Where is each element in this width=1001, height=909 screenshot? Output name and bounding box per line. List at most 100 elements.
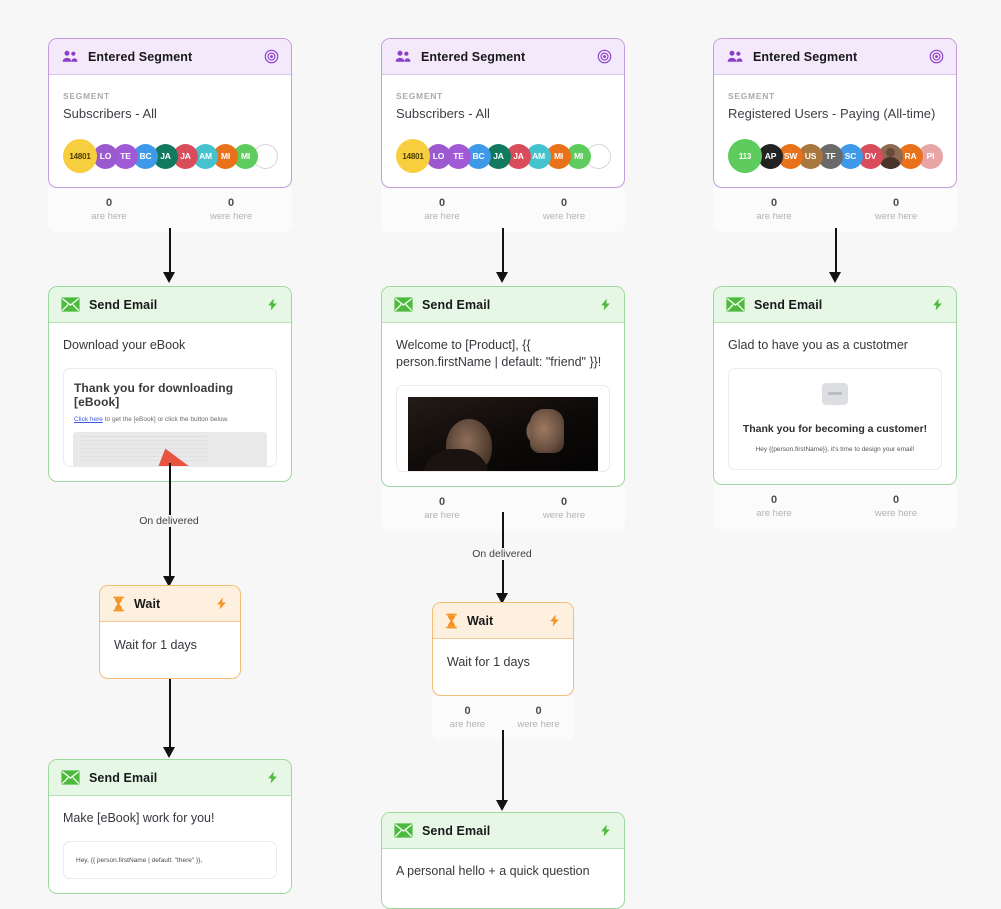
card: Wait Wait for 1 days — [432, 602, 574, 696]
avatar-photo-head — [886, 147, 895, 157]
stat-value: 0 — [227, 197, 235, 209]
stat-are-here: 0 are here — [713, 196, 835, 223]
card-title: Wait — [467, 613, 494, 628]
email-subject: Download your eBook — [63, 338, 186, 352]
card-title: Send Email — [89, 297, 158, 312]
node-send-email-5[interactable]: Send Email Glad to have you as a custotm… — [713, 286, 957, 529]
card-body: SEGMENT Subscribers - All 14801 LO TE BC… — [382, 75, 624, 187]
mail-icon — [726, 297, 745, 312]
connector-arrow — [163, 272, 175, 283]
node-wait-1[interactable]: Wait Wait for 1 days — [99, 585, 241, 679]
card-title: Send Email — [754, 297, 823, 312]
card-body: Welcome to [Product], {{ person.firstNam… — [382, 323, 624, 486]
wait-body: Wait for 1 days — [114, 638, 197, 652]
node-send-email-4[interactable]: Send Email A personal hello + a quick qu… — [381, 812, 625, 909]
node-stats: 0 are here 0 were here — [713, 188, 957, 232]
bolt-icon[interactable] — [266, 297, 279, 313]
card-title: Wait — [134, 596, 161, 611]
avatar-strip: 14801 LO TE BC JA JA AM MI MI — [63, 139, 278, 173]
stat-caption: were here — [209, 211, 253, 222]
bolt-icon[interactable] — [599, 297, 612, 313]
card: Send Email Glad to have you as a custotm… — [713, 286, 957, 485]
stat-value: 0 — [892, 197, 900, 209]
card-title: Send Email — [422, 297, 491, 312]
workflow-canvas[interactable]: Entered Segment SEGMENT Subscribers - Al… — [0, 0, 1001, 909]
card-header: Wait — [433, 603, 573, 639]
stat-value: 0 — [770, 494, 778, 506]
email-preview[interactable]: Thank you for downloading [eBook] Click … — [63, 368, 277, 467]
node-entered-segment-2[interactable]: Entered Segment SEGMENT Subscribers - Al… — [381, 38, 625, 232]
email-preview[interactable]: Thank you for becoming a customer! Hey {… — [728, 368, 942, 470]
stat-were-here: 0 were here — [503, 196, 625, 223]
target-icon[interactable] — [264, 49, 279, 64]
mail-icon — [394, 297, 413, 312]
stat-value: 0 — [535, 705, 542, 717]
stat-caption: were here — [874, 508, 918, 519]
node-entered-segment-1[interactable]: Entered Segment SEGMENT Subscribers - Al… — [48, 38, 292, 232]
node-send-email-2[interactable]: Send Email Make [eBook] work for you! He… — [48, 759, 292, 894]
stat-caption: are here — [424, 211, 460, 222]
people-icon — [726, 48, 744, 66]
card-header: Send Email — [382, 813, 624, 849]
stat-are-here: 0 are here — [713, 493, 835, 520]
bolt-icon[interactable] — [215, 596, 228, 612]
stat-were-here: 0 were here — [835, 493, 957, 520]
segment-value: Registered Users - Paying (All-time) — [728, 106, 936, 121]
stat-caption: were here — [517, 719, 560, 730]
segment-value: Subscribers - All — [63, 106, 157, 121]
target-icon[interactable] — [929, 49, 944, 64]
stat-caption: are here — [756, 211, 792, 222]
card: Entered Segment SEGMENT Subscribers - Al… — [381, 38, 625, 188]
wait-body: Wait for 1 days — [447, 655, 530, 669]
target-icon[interactable] — [597, 49, 612, 64]
node-entered-segment-3[interactable]: Entered Segment SEGMENT Registered Users… — [713, 38, 957, 232]
preview-image — [73, 432, 267, 466]
email-subject: A personal hello + a quick question — [396, 864, 590, 878]
stat-caption: are here — [449, 719, 486, 730]
preview-gif — [408, 397, 598, 471]
connector-arrow — [829, 272, 841, 283]
stat-value: 0 — [560, 197, 568, 209]
preview-link[interactable]: Click here — [74, 416, 103, 423]
email-subject: Make [eBook] work for you! — [63, 811, 215, 825]
card: Send Email Welcome to [Product], {{ pers… — [381, 286, 625, 487]
bolt-icon[interactable] — [599, 823, 612, 839]
node-stats: 0 are here 0 were here — [381, 188, 625, 232]
card-title: Send Email — [89, 770, 158, 785]
node-send-email-1[interactable]: Send Email Download your eBook Thank you… — [48, 286, 292, 482]
email-preview[interactable]: Hey, {{ person.firstName | default: "the… — [63, 841, 277, 879]
card-body: Make [eBook] work for you! Hey, {{ perso… — [49, 796, 291, 893]
stat-are-here: 0 are here — [432, 704, 503, 731]
bolt-icon[interactable] — [266, 770, 279, 786]
card-header: Entered Segment — [49, 39, 291, 75]
people-icon — [394, 48, 412, 66]
card: Entered Segment SEGMENT Registered Users… — [713, 38, 957, 188]
stat-value: 0 — [105, 197, 113, 209]
member-count-badge: 113 — [728, 139, 762, 173]
edge-label-on-delivered: On delivered — [466, 548, 538, 560]
email-preview[interactable] — [396, 385, 610, 472]
stat-are-here: 0 are here — [48, 196, 170, 223]
stat-were-here: 0 were here — [170, 196, 292, 223]
card-body: Glad to have you as a custotmer Thank yo… — [714, 323, 956, 484]
node-send-email-3[interactable]: Send Email Welcome to [Product], {{ pers… — [381, 286, 625, 531]
email-subject: Welcome to [Product], {{ person.firstNam… — [396, 338, 602, 369]
hourglass-icon — [445, 613, 458, 629]
connector — [835, 228, 837, 274]
stat-caption: were here — [874, 211, 918, 222]
member-count-badge: 14801 — [396, 139, 430, 173]
email-subject: Glad to have you as a custotmer — [728, 338, 908, 352]
segment-caption: SEGMENT — [728, 91, 775, 101]
card-body: SEGMENT Registered Users - Paying (All-t… — [714, 75, 956, 187]
node-wait-2[interactable]: Wait Wait for 1 days 0 are here 0 were h… — [432, 602, 574, 740]
card-body: A personal hello + a quick question — [382, 849, 624, 908]
segment-caption: SEGMENT — [63, 91, 110, 101]
card-header: Send Email — [382, 287, 624, 323]
card-title: Entered Segment — [88, 49, 193, 64]
bolt-icon[interactable] — [548, 613, 561, 629]
bolt-icon[interactable] — [931, 297, 944, 313]
stat-value: 0 — [770, 197, 778, 209]
mail-icon — [61, 770, 80, 785]
hourglass-icon — [112, 596, 125, 612]
preview-body-text: to get the [eBook] or click the button b… — [102, 416, 229, 423]
